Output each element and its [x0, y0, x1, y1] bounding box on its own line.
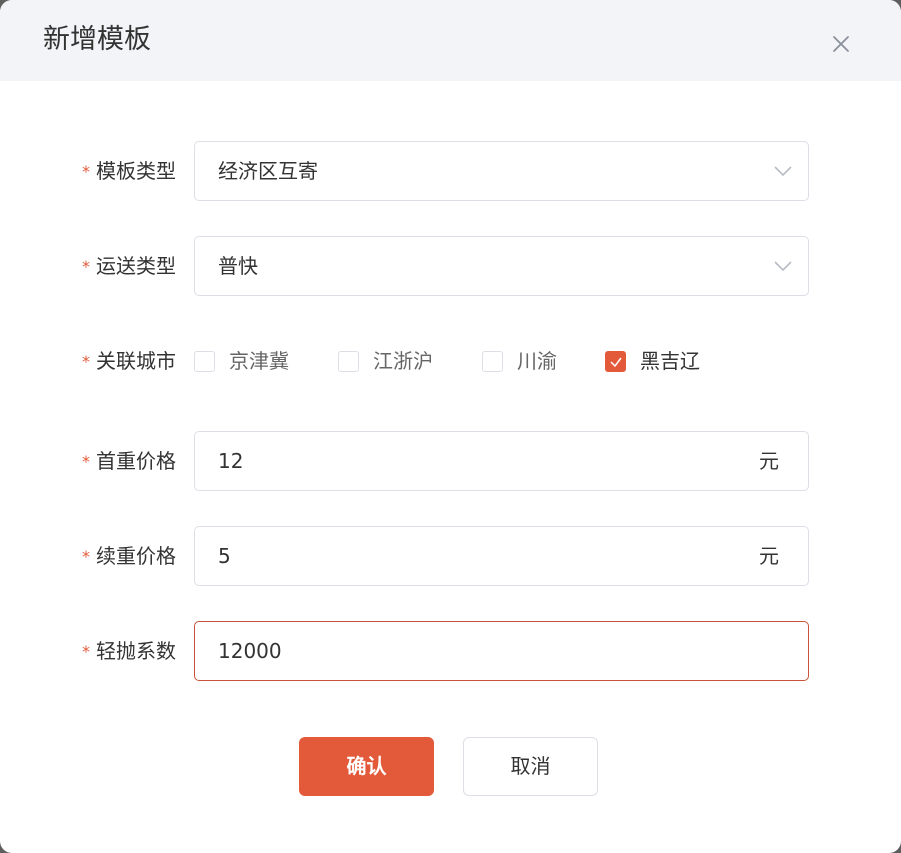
related-cities-label: * 关联城市: [82, 349, 176, 373]
related-cities-row: * 关联城市 京津冀 江浙沪 川渝 黑吉辽: [0, 331, 901, 391]
shipping-type-select[interactable]: 普快: [194, 236, 809, 296]
first-weight-price-row: * 首重价格 12 元: [0, 431, 901, 491]
checkbox-label: 川渝: [517, 349, 557, 373]
checkbox-label: 江浙沪: [373, 349, 433, 373]
unit-suffix: 元: [759, 449, 779, 473]
required-mark: *: [82, 162, 90, 181]
shipping-type-label: * 运送类型: [82, 254, 176, 278]
checkbox-box: [194, 351, 215, 372]
volumetric-factor-input[interactable]: 12000: [194, 621, 809, 681]
required-mark: *: [82, 642, 90, 661]
check-icon: [610, 357, 622, 368]
unit-suffix: 元: [759, 544, 779, 568]
required-mark: *: [82, 452, 90, 471]
first-weight-price-value: 12: [218, 449, 244, 473]
first-weight-price-label: * 首重价格: [82, 449, 176, 473]
template-type-label: * 模板类型: [82, 159, 176, 183]
template-type-row: * 模板类型 经济区互寄: [0, 141, 901, 201]
checkbox-box: [338, 351, 359, 372]
template-type-value: 经济区互寄: [218, 159, 318, 183]
add-template-dialog: 新增模板 * 模板类型 经济区互寄 * 运送类型 普快 * 关联城市 京津冀 江…: [0, 0, 901, 853]
volumetric-factor-value: 12000: [218, 639, 282, 663]
additional-weight-price-value: 5: [218, 544, 231, 568]
additional-weight-price-input[interactable]: 5 元: [194, 526, 809, 586]
close-icon[interactable]: [829, 32, 853, 56]
dialog-title: 新增模板: [43, 24, 151, 55]
chevron-down-icon: [774, 261, 792, 272]
checkbox-box: [605, 351, 626, 372]
dialog-header: 新增模板: [0, 0, 901, 81]
template-type-select[interactable]: 经济区互寄: [194, 141, 809, 201]
shipping-type-value: 普快: [218, 254, 258, 278]
additional-weight-price-row: * 续重价格 5 元: [0, 526, 901, 586]
checkbox-box: [482, 351, 503, 372]
first-weight-price-input[interactable]: 12 元: [194, 431, 809, 491]
volumetric-factor-row: * 轻抛系数 12000: [0, 621, 901, 681]
required-mark: *: [82, 547, 90, 566]
chevron-down-icon: [774, 166, 792, 177]
required-mark: *: [82, 257, 90, 276]
cancel-button[interactable]: 取消: [463, 737, 598, 796]
checkbox-label: 京津冀: [229, 349, 289, 373]
required-mark: *: [82, 352, 90, 371]
shipping-type-row: * 运送类型 普快: [0, 236, 901, 296]
additional-weight-price-label: * 续重价格: [82, 544, 176, 568]
checkbox-label: 黑吉辽: [640, 349, 700, 373]
confirm-button[interactable]: 确认: [299, 737, 434, 796]
volumetric-factor-label: * 轻抛系数: [82, 639, 176, 663]
